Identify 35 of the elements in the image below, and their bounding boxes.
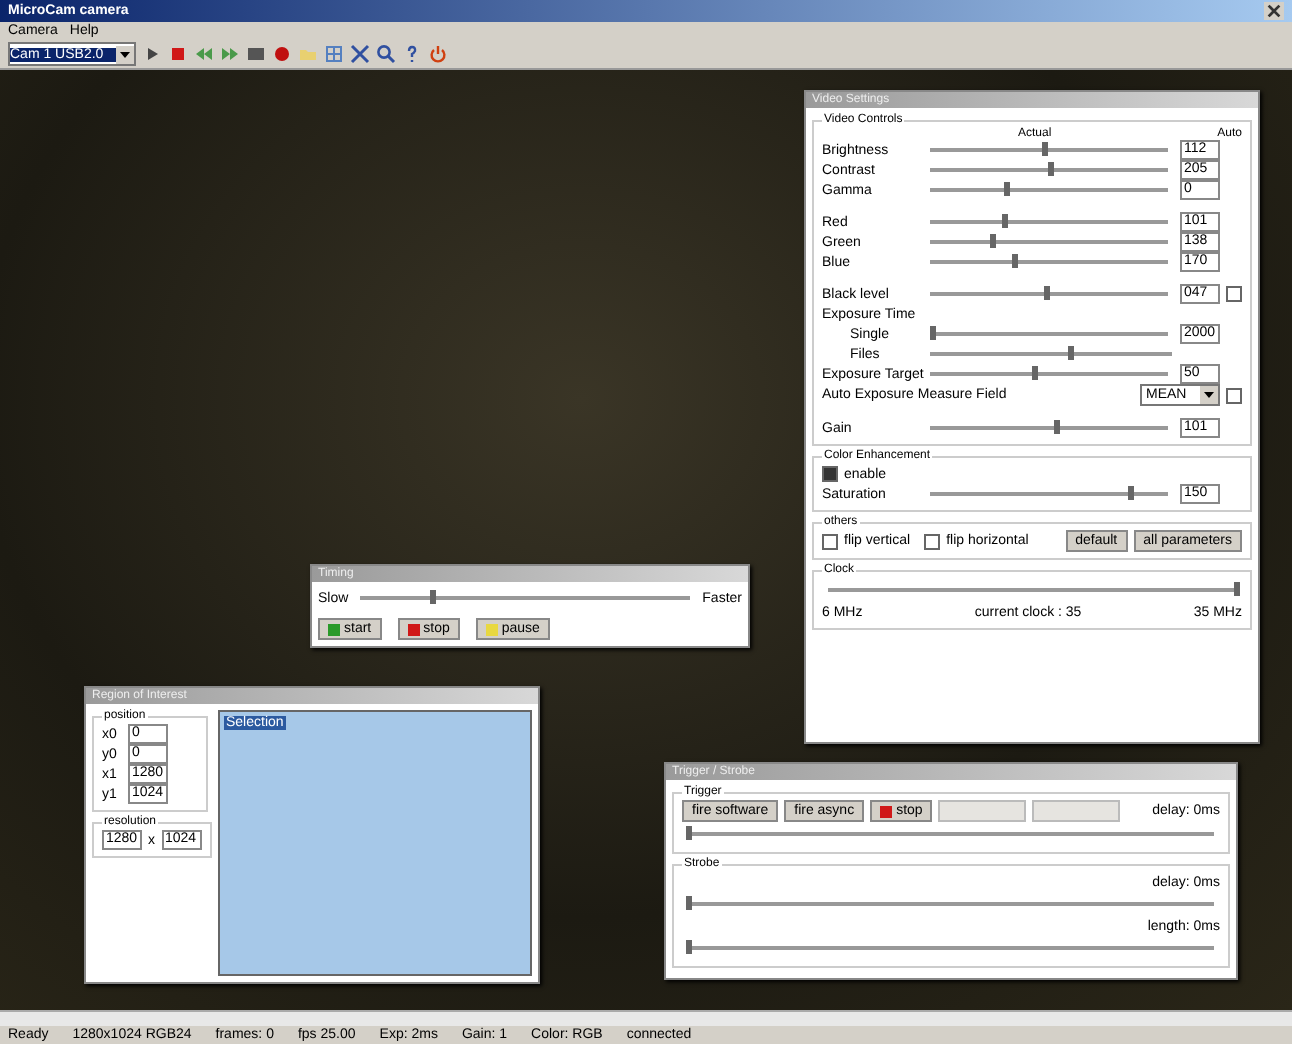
slider-thumb[interactable] [1032, 366, 1039, 380]
slider-thumb[interactable] [930, 326, 937, 340]
slider-thumb[interactable] [989, 234, 996, 248]
dropdown-arrow-icon[interactable] [1200, 386, 1218, 404]
slider-thumb[interactable] [1011, 254, 1018, 268]
help-icon[interactable] [402, 44, 422, 64]
enable-checkbox[interactable] [822, 466, 838, 482]
slider-thumb[interactable] [686, 940, 692, 954]
zoom-icon[interactable] [376, 44, 396, 64]
power-icon[interactable] [428, 44, 448, 64]
slider-thumb[interactable] [1044, 286, 1051, 300]
slider-thumb[interactable] [686, 896, 692, 910]
slider-thumb[interactable] [686, 826, 692, 840]
crop-icon[interactable] [350, 44, 370, 64]
horizontal-scrollbar[interactable] [0, 1010, 1292, 1026]
slider-thumb[interactable] [1047, 162, 1053, 176]
dropdown-arrow-icon[interactable] [116, 45, 134, 63]
slider-thumb[interactable] [1068, 346, 1075, 360]
play-icon[interactable] [142, 44, 162, 64]
slider-thumb[interactable] [1054, 420, 1061, 434]
slider-thumb[interactable] [1042, 142, 1049, 156]
slider-thumb[interactable] [430, 590, 437, 604]
film-icon[interactable] [246, 44, 266, 64]
grid-icon[interactable] [324, 44, 344, 64]
close-icon[interactable] [1264, 2, 1284, 20]
slider-thumb[interactable] [1127, 486, 1134, 500]
stop-icon[interactable] [168, 44, 188, 64]
checkbox[interactable] [924, 533, 941, 549]
slider-thumb[interactable] [1001, 214, 1008, 228]
auto-checkbox[interactable] [1226, 387, 1242, 403]
slider-thumb[interactable] [1004, 182, 1011, 196]
record-icon[interactable] [272, 44, 292, 64]
auto-checkbox[interactable] [1226, 286, 1242, 302]
checkbox[interactable] [822, 533, 838, 549]
slider-thumb[interactable] [1234, 582, 1240, 596]
